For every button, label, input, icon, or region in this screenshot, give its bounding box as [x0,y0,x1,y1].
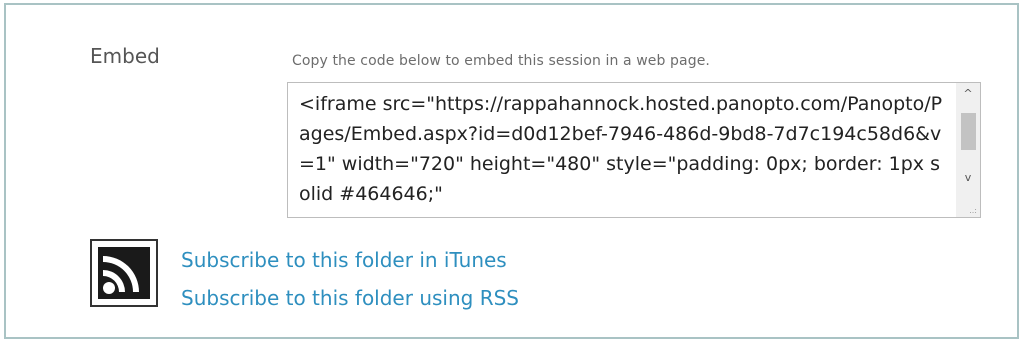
rss-icon [90,239,158,307]
share-panel: Embed Copy the code below to embed this … [4,3,1019,339]
scroll-down-arrow-icon[interactable]: v [956,169,980,187]
subscribe-itunes-link[interactable]: Subscribe to this folder in iTunes [181,248,507,272]
embed-instructions: Copy the code below to embed this sessio… [292,53,710,69]
subscribe-rss-link[interactable]: Subscribe to this folder using RSS [181,286,519,310]
embed-label: Embed [90,44,160,68]
vertical-scrollbar[interactable]: ^ v ..: [956,83,980,217]
resize-grip-icon[interactable]: ..: [969,207,977,215]
embed-code-text[interactable]: <iframe src="https://rappahannock.hosted… [299,89,945,209]
embed-code-textarea[interactable]: <iframe src="https://rappahannock.hosted… [287,82,981,218]
scroll-up-arrow-icon[interactable]: ^ [956,85,980,103]
scrollbar-thumb[interactable] [961,113,976,150]
